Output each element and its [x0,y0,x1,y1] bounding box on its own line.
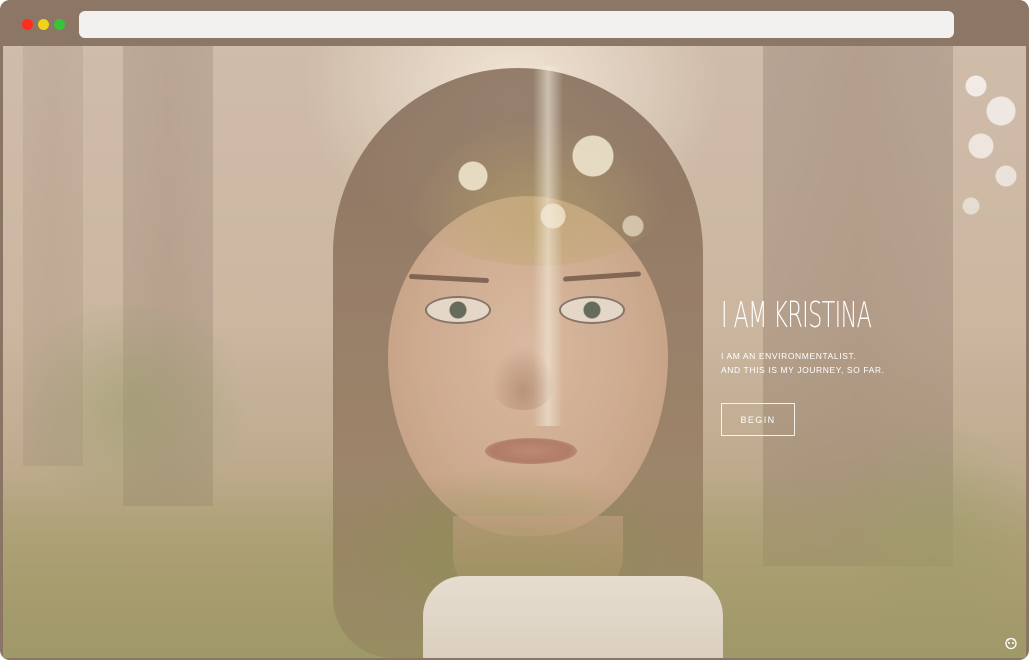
begin-button[interactable]: BEGIN [721,403,795,436]
minimize-window-button[interactable] [38,19,49,30]
page-viewport: I AM KRISTINA I AM AN ENVIRONMENTALIST. … [3,46,1026,658]
hero-title: I AM KRISTINA [721,295,872,336]
maximize-window-button[interactable] [54,19,65,30]
address-bar[interactable] [79,11,954,38]
hero-subtitle: I AM AN ENVIRONMENTALIST. AND THIS IS MY… [721,349,991,377]
owl-logo-icon[interactable] [1004,636,1018,650]
hero-section: I AM KRISTINA I AM AN ENVIRONMENTALIST. … [721,295,991,436]
hero-subtitle-line: AND THIS IS MY JOURNEY, SO FAR. [721,365,885,375]
browser-titlebar [0,0,1029,46]
hero-subtitle-line: I AM AN ENVIRONMENTALIST. [721,351,857,361]
browser-window: I AM KRISTINA I AM AN ENVIRONMENTALIST. … [0,0,1029,660]
close-window-button[interactable] [22,19,33,30]
